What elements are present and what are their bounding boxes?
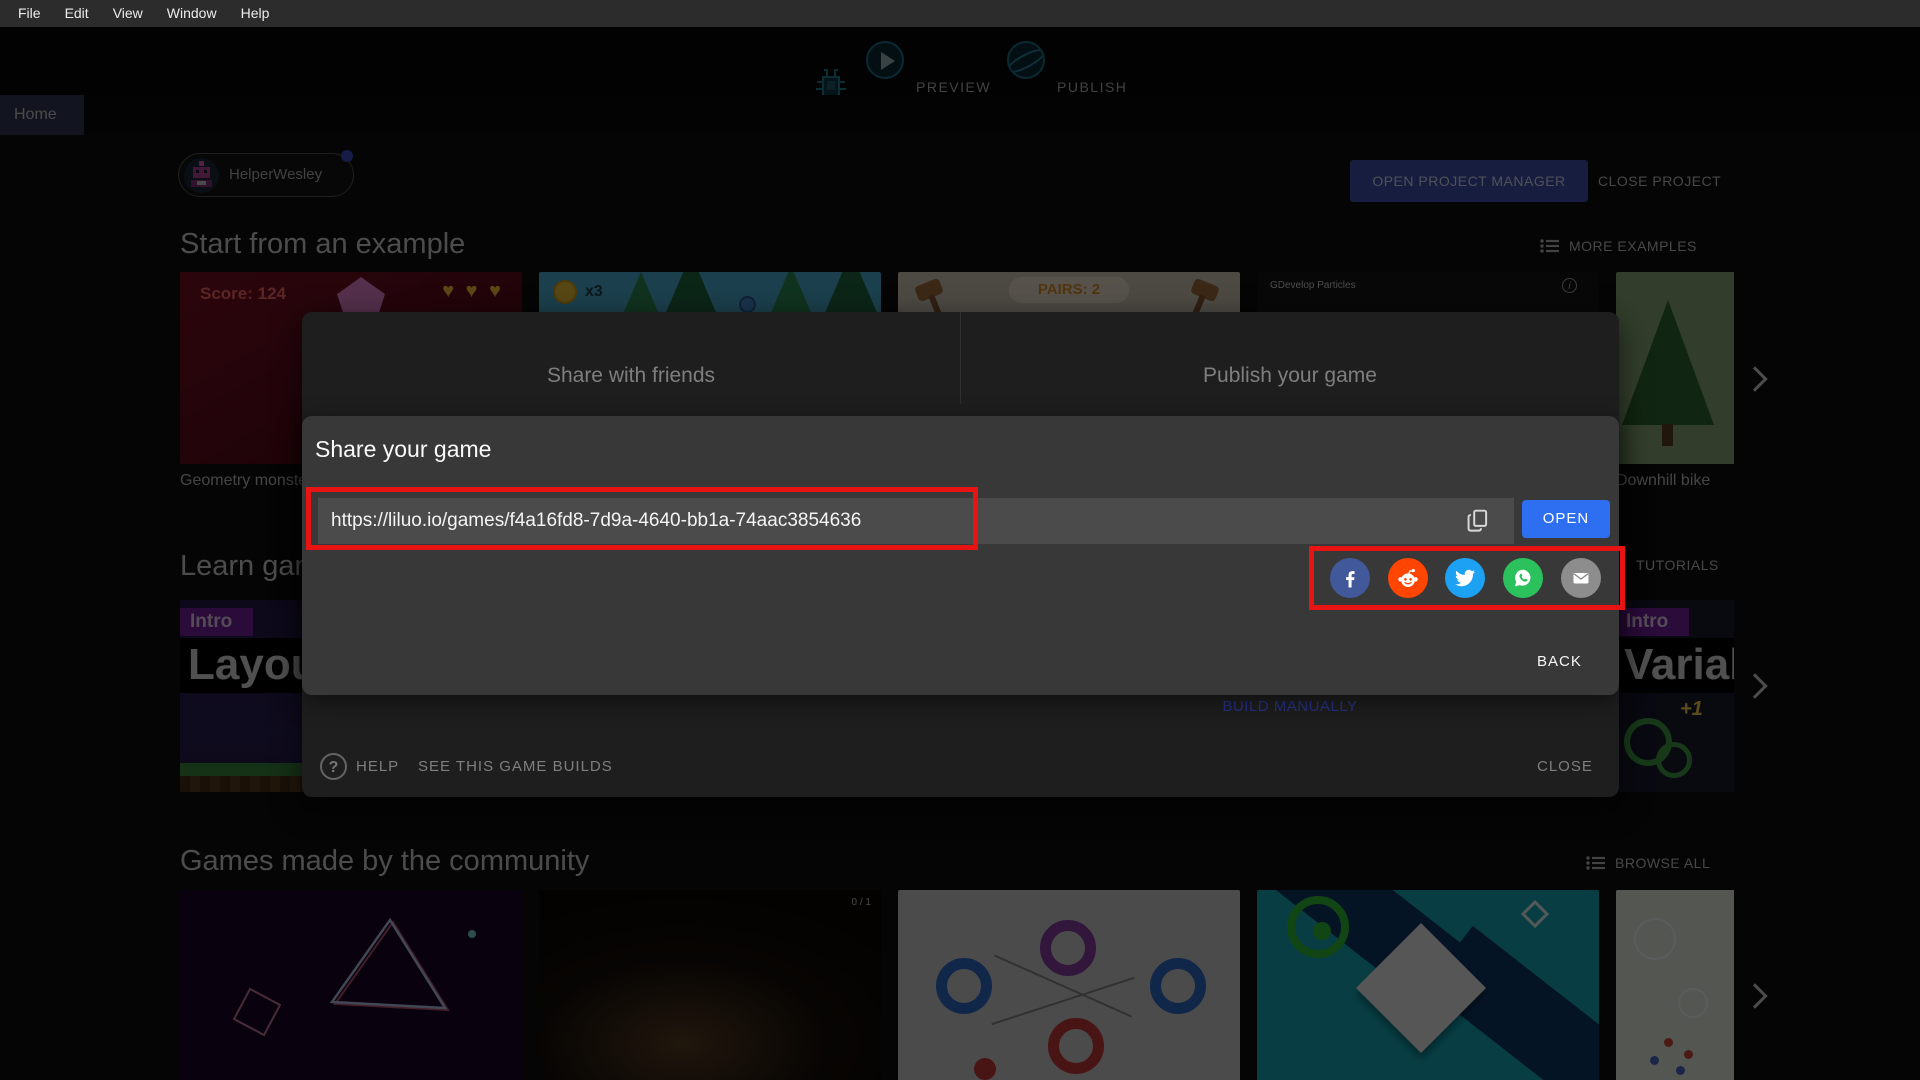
share-dialog-title: Share your game [315,436,492,462]
copy-icon [1467,509,1488,532]
annotation-box-url [306,487,978,550]
annotation-box-social [1309,546,1625,610]
menu-edit[interactable]: Edit [53,0,101,27]
menu-window[interactable]: Window [155,0,229,27]
back-button[interactable]: BACK [1537,653,1582,670]
menu-help[interactable]: Help [229,0,282,27]
menu-bar: File Edit View Window Help [0,0,1920,27]
copy-url-button[interactable] [1460,504,1496,540]
menu-view[interactable]: View [101,0,155,27]
gdevelop-window: File Edit View Window Help PREVIEW PUBLI… [0,0,1920,1080]
open-game-button[interactable]: OPEN [1522,500,1610,538]
menu-file[interactable]: File [6,0,53,27]
